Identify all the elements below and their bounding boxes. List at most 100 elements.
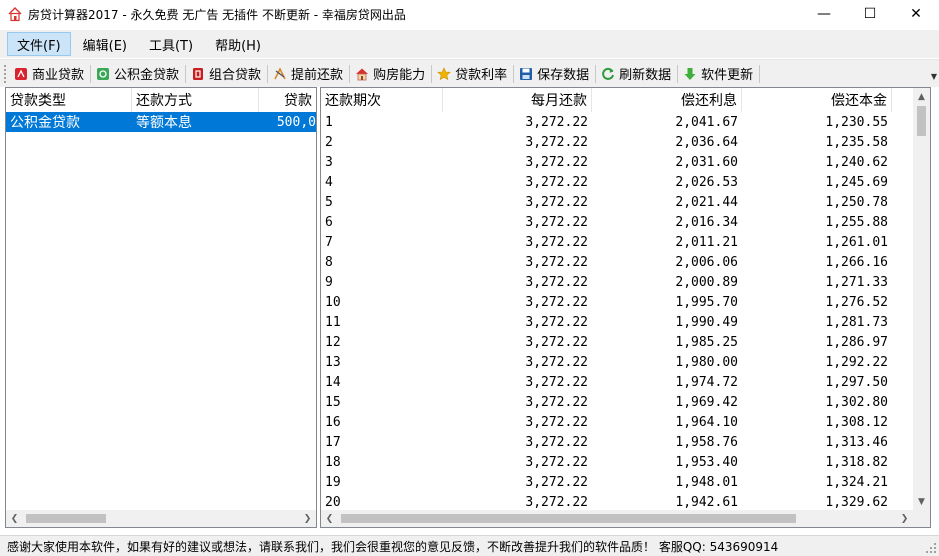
interest-cell: 2,026.53 bbox=[675, 174, 738, 190]
column-header-loan-type[interactable]: 贷款类型 bbox=[6, 88, 132, 112]
column-header-period[interactable]: 还款期次 bbox=[321, 88, 443, 112]
interest-cell: 1,974.72 bbox=[675, 374, 738, 390]
schedule-row[interactable]: 11 3,272.22 1,990.49 1,281.73 bbox=[321, 312, 892, 332]
monthly-payment-cell: 3,272.22 bbox=[525, 114, 588, 130]
interest-cell: 1,964.10 bbox=[675, 414, 738, 430]
close-button[interactable]: ✕ bbox=[893, 0, 939, 28]
combined-loan-button[interactable]: 组合贷款 bbox=[188, 62, 265, 86]
loan-type-cell: 公积金贷款 bbox=[10, 115, 80, 131]
horizontal-scroll-thumb[interactable] bbox=[341, 514, 796, 523]
scroll-left-arrow-icon[interactable]: ❮ bbox=[321, 510, 338, 527]
schedule-row[interactable]: 17 3,272.22 1,958.76 1,313.46 bbox=[321, 432, 892, 452]
period-cell: 9 bbox=[325, 274, 333, 290]
column-header-interest[interactable]: 偿还利息 bbox=[592, 88, 742, 112]
scroll-up-arrow-icon[interactable]: ▲ bbox=[913, 88, 930, 105]
interest-cell: 2,036.64 bbox=[675, 134, 738, 150]
principal-cell: 1,308.12 bbox=[825, 414, 888, 430]
period-cell: 3 bbox=[325, 154, 333, 170]
schedule-row[interactable]: 14 3,272.22 1,974.72 1,297.50 bbox=[321, 372, 892, 392]
principal-cell: 1,324.21 bbox=[825, 474, 888, 490]
monthly-payment-cell: 3,272.22 bbox=[525, 174, 588, 190]
column-header-loan-amount[interactable]: 贷款 bbox=[259, 88, 316, 112]
provident-fund-loan-button[interactable]: 公积金贷款 bbox=[93, 62, 183, 86]
loan-amount-cell: 500,0 bbox=[276, 114, 316, 130]
save-icon bbox=[520, 67, 533, 80]
schedule-row[interactable]: 3 3,272.22 2,031.60 1,240.62 bbox=[321, 152, 892, 172]
resize-grip-icon[interactable] bbox=[925, 542, 937, 554]
toolbar-overflow-chevron-icon[interactable]: ▼ bbox=[931, 72, 937, 81]
schedule-row[interactable]: 6 3,272.22 2,016.34 1,255.88 bbox=[321, 212, 892, 232]
schedule-row[interactable]: 9 3,272.22 2,000.89 1,271.33 bbox=[321, 272, 892, 292]
purchase-ability-label: 购房能力 bbox=[373, 68, 426, 83]
schedule-row[interactable]: 1 3,272.22 2,041.67 1,230.55 bbox=[321, 112, 892, 132]
monthly-payment-cell: 3,272.22 bbox=[525, 234, 588, 250]
principal-cell: 1,240.62 bbox=[825, 154, 888, 170]
scroll-right-arrow-icon[interactable]: ❯ bbox=[299, 510, 316, 527]
schedule-row[interactable]: 7 3,272.22 2,011.21 1,261.01 bbox=[321, 232, 892, 252]
principal-cell: 1,297.50 bbox=[825, 374, 888, 390]
schedule-row[interactable]: 8 3,272.22 2,006.06 1,266.16 bbox=[321, 252, 892, 272]
monthly-payment-cell: 3,272.22 bbox=[525, 414, 588, 430]
interest-cell: 1,948.01 bbox=[675, 474, 738, 490]
menu-help[interactable]: 帮助(H) bbox=[205, 32, 271, 56]
interest-cell: 2,041.67 bbox=[675, 114, 738, 130]
principal-cell: 1,261.01 bbox=[825, 234, 888, 250]
period-cell: 14 bbox=[325, 374, 341, 390]
monthly-payment-cell: 3,272.22 bbox=[525, 334, 588, 350]
minimize-button[interactable]: — bbox=[801, 0, 847, 28]
schedule-row[interactable]: 16 3,272.22 1,964.10 1,308.12 bbox=[321, 412, 892, 432]
schedule-row[interactable]: 18 3,272.22 1,953.40 1,318.82 bbox=[321, 452, 892, 472]
vertical-scroll-thumb[interactable] bbox=[917, 106, 926, 136]
loan-list-row-selected[interactable]: 公积金贷款 等额本息 500,0 bbox=[6, 112, 316, 132]
principal-cell: 1,292.22 bbox=[825, 354, 888, 370]
schedule-row[interactable]: 2 3,272.22 2,036.64 1,235.58 bbox=[321, 132, 892, 152]
column-header-principal[interactable]: 偿还本金 bbox=[742, 88, 892, 112]
scroll-right-arrow-icon[interactable]: ❯ bbox=[896, 510, 913, 527]
period-cell: 17 bbox=[325, 434, 341, 450]
toolbar-grip[interactable] bbox=[4, 64, 7, 83]
loan-rate-label: 贷款利率 bbox=[455, 68, 508, 83]
interest-cell: 1,969.42 bbox=[675, 394, 738, 410]
refresh-data-button[interactable]: 刷新数据 bbox=[598, 62, 675, 86]
loan-rate-button[interactable]: 贷款利率 bbox=[434, 62, 511, 86]
schedule-row[interactable]: 5 3,272.22 2,021.44 1,250.78 bbox=[321, 192, 892, 212]
commercial-loan-button[interactable]: 商业贷款 bbox=[11, 62, 88, 86]
provident-fund-loan-label: 公积金贷款 bbox=[114, 68, 180, 83]
maximize-button[interactable]: ☐ bbox=[847, 0, 893, 28]
interest-cell: 1,995.70 bbox=[675, 294, 738, 310]
scroll-down-arrow-icon[interactable]: ▼ bbox=[913, 493, 930, 510]
prepayment-button[interactable]: 提前还款 bbox=[270, 62, 347, 86]
principal-cell: 1,276.52 bbox=[825, 294, 888, 310]
period-cell: 1 bbox=[325, 114, 333, 130]
schedule-row[interactable]: 20 3,272.22 1,942.61 1,329.62 bbox=[321, 492, 892, 512]
loan-list-rows: 公积金贷款 等额本息 500,0 bbox=[6, 112, 316, 132]
menu-edit[interactable]: 编辑(E) bbox=[73, 32, 137, 56]
combined-loan-icon bbox=[193, 67, 204, 80]
column-header-monthly-payment[interactable]: 每月还款 bbox=[443, 88, 592, 112]
schedule-row[interactable]: 10 3,272.22 1,995.70 1,276.52 bbox=[321, 292, 892, 312]
monthly-payment-cell: 3,272.22 bbox=[525, 214, 588, 230]
schedule-row[interactable]: 19 3,272.22 1,948.01 1,324.21 bbox=[321, 472, 892, 492]
save-data-button[interactable]: 保存数据 bbox=[516, 62, 593, 86]
software-update-button[interactable]: 软件更新 bbox=[680, 62, 757, 86]
monthly-payment-cell: 3,272.22 bbox=[525, 314, 588, 330]
period-cell: 20 bbox=[325, 494, 341, 510]
purchase-ability-button[interactable]: 购房能力 bbox=[352, 62, 429, 86]
monthly-payment-cell: 3,272.22 bbox=[525, 254, 588, 270]
schedule-row[interactable]: 13 3,272.22 1,980.00 1,292.22 bbox=[321, 352, 892, 372]
menu-tools[interactable]: 工具(T) bbox=[139, 32, 203, 56]
monthly-payment-cell: 3,272.22 bbox=[525, 494, 588, 510]
schedule-horizontal-scrollbar[interactable]: ❮ ❯ bbox=[321, 510, 913, 527]
provident-fund-icon bbox=[97, 67, 110, 80]
column-header-repayment-method[interactable]: 还款方式 bbox=[132, 88, 259, 112]
menu-file[interactable]: 文件(F) bbox=[7, 32, 71, 56]
toolbar-separator bbox=[349, 64, 351, 83]
horizontal-scroll-thumb[interactable] bbox=[26, 514, 106, 523]
schedule-vertical-scrollbar[interactable]: ▲ ▼ bbox=[913, 88, 930, 510]
scroll-left-arrow-icon[interactable]: ❮ bbox=[6, 510, 23, 527]
schedule-row[interactable]: 15 3,272.22 1,969.42 1,302.80 bbox=[321, 392, 892, 412]
loan-list-horizontal-scrollbar[interactable]: ❮ ❯ bbox=[6, 510, 316, 527]
schedule-row[interactable]: 12 3,272.22 1,985.25 1,286.97 bbox=[321, 332, 892, 352]
schedule-row[interactable]: 4 3,272.22 2,026.53 1,245.69 bbox=[321, 172, 892, 192]
period-cell: 4 bbox=[325, 174, 333, 190]
